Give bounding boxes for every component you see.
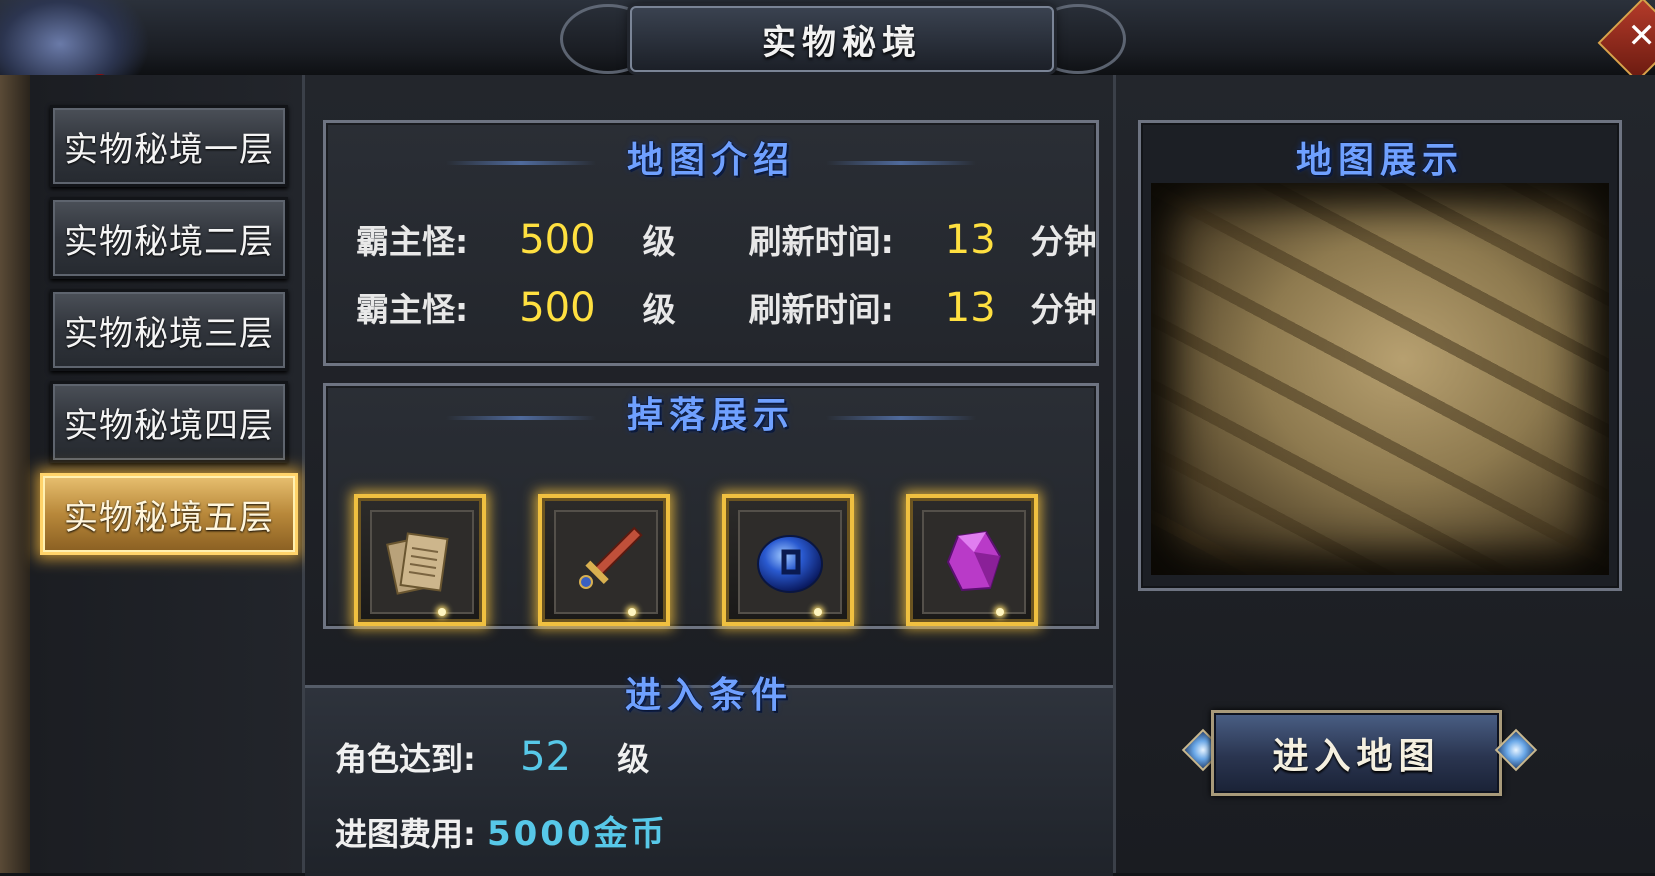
sword-icon: [554, 510, 658, 614]
refresh-label: 刷新时间:: [748, 290, 894, 329]
nav-item-floor-5[interactable]: 实物秘境五层: [40, 473, 298, 555]
nav-item-floor-2[interactable]: 实物秘境二层: [50, 197, 288, 279]
window-title-plate: 实物秘境: [630, 6, 1054, 72]
nav-item-floor-4[interactable]: 实物秘境四层: [50, 381, 288, 463]
boss-level: 500: [519, 285, 596, 331]
window-title: 实物秘境: [762, 22, 922, 63]
drops-panel: 掉落展示: [323, 383, 1099, 629]
nav-item-label: 实物秘境五层: [64, 497, 274, 538]
refresh-label: 刷新时间:: [748, 222, 894, 261]
drop-item-slot[interactable]: [722, 494, 854, 626]
map-preview-title: 地图展示: [1295, 139, 1464, 181]
nav-item-label: 实物秘境三层: [64, 313, 274, 354]
level-unit: 级: [642, 290, 676, 329]
entry-conditions-title: 进入条件: [624, 674, 793, 716]
enter-map-button[interactable]: 进入地图: [1211, 710, 1502, 796]
blue-orb-icon: [738, 510, 842, 614]
level-requirement-row: 角色达到: 52 级: [335, 734, 649, 780]
boss-row-1: 霸主怪: 500 级 刷新时间: 13 分钟: [356, 215, 1097, 263]
map-preview-panel: 地图展示: [1138, 120, 1622, 591]
level-requirement-label: 角色达到:: [335, 740, 476, 778]
nav-item-label: 实物秘境一层: [64, 129, 274, 170]
refresh-unit: 分钟: [1030, 290, 1097, 329]
refresh-unit: 分钟: [1030, 222, 1097, 261]
entry-cost-value: 5000金币: [486, 814, 668, 854]
boss-label: 霸主怪:: [356, 222, 469, 261]
close-button[interactable]: ✕: [1597, 0, 1655, 83]
game-window: 实物秘境 ✕ 实物秘境一层 实物秘境二层 实物秘境三层 实物秘境四层 实物秘境五…: [0, 0, 1655, 876]
nav-item-floor-1[interactable]: 实物秘境一层: [50, 105, 288, 187]
nav-item-floor-3[interactable]: 实物秘境三层: [50, 289, 288, 371]
background-strip: [0, 75, 30, 873]
drops-title: 掉落展示: [626, 394, 795, 436]
map-intro-panel: 地图介绍 霸主怪: 500 级 刷新时间: 13 分钟 霸主怪: 500 级 刷…: [323, 120, 1099, 366]
title-bar: 实物秘境 ✕: [0, 0, 1655, 110]
level-requirement-unit: 级: [617, 740, 650, 778]
entry-cost-row: 进图费用: 5000金币: [335, 806, 668, 855]
map-intro-title: 地图介绍: [626, 139, 795, 181]
entry-conditions-panel: 进入条件 角色达到: 52 级 进图费用: 5000金币: [305, 674, 1113, 876]
refresh-value: 13: [944, 285, 996, 331]
purple-gem-icon: [922, 510, 1026, 614]
boss-row-2: 霸主怪: 500 级 刷新时间: 13 分钟: [356, 283, 1097, 331]
scroll-papers-icon: [370, 510, 474, 614]
drop-item-slot[interactable]: [354, 494, 486, 626]
drop-item-slot[interactable]: [538, 494, 670, 626]
nav-item-label: 实物秘境二层: [64, 221, 274, 262]
nav-item-label: 实物秘境四层: [64, 405, 274, 446]
boss-level: 500: [519, 217, 596, 263]
level-unit: 级: [642, 222, 676, 261]
level-requirement-value: 52: [520, 734, 571, 780]
drop-item-slot[interactable]: [906, 494, 1038, 626]
center-panel: 地图介绍 霸主怪: 500 级 刷新时间: 13 分钟 霸主怪: 500 级 刷…: [305, 75, 1113, 876]
refresh-value: 13: [944, 217, 996, 263]
map-preview-column: 地图展示 进入地图: [1113, 75, 1655, 873]
boss-label: 霸主怪:: [356, 290, 469, 329]
close-icon: ✕: [1627, 15, 1655, 56]
entry-cost-label: 进图费用:: [335, 815, 476, 853]
floor-nav: 实物秘境一层 实物秘境二层 实物秘境三层 实物秘境四层 实物秘境五层: [30, 75, 305, 873]
map-preview-image: [1151, 183, 1609, 575]
